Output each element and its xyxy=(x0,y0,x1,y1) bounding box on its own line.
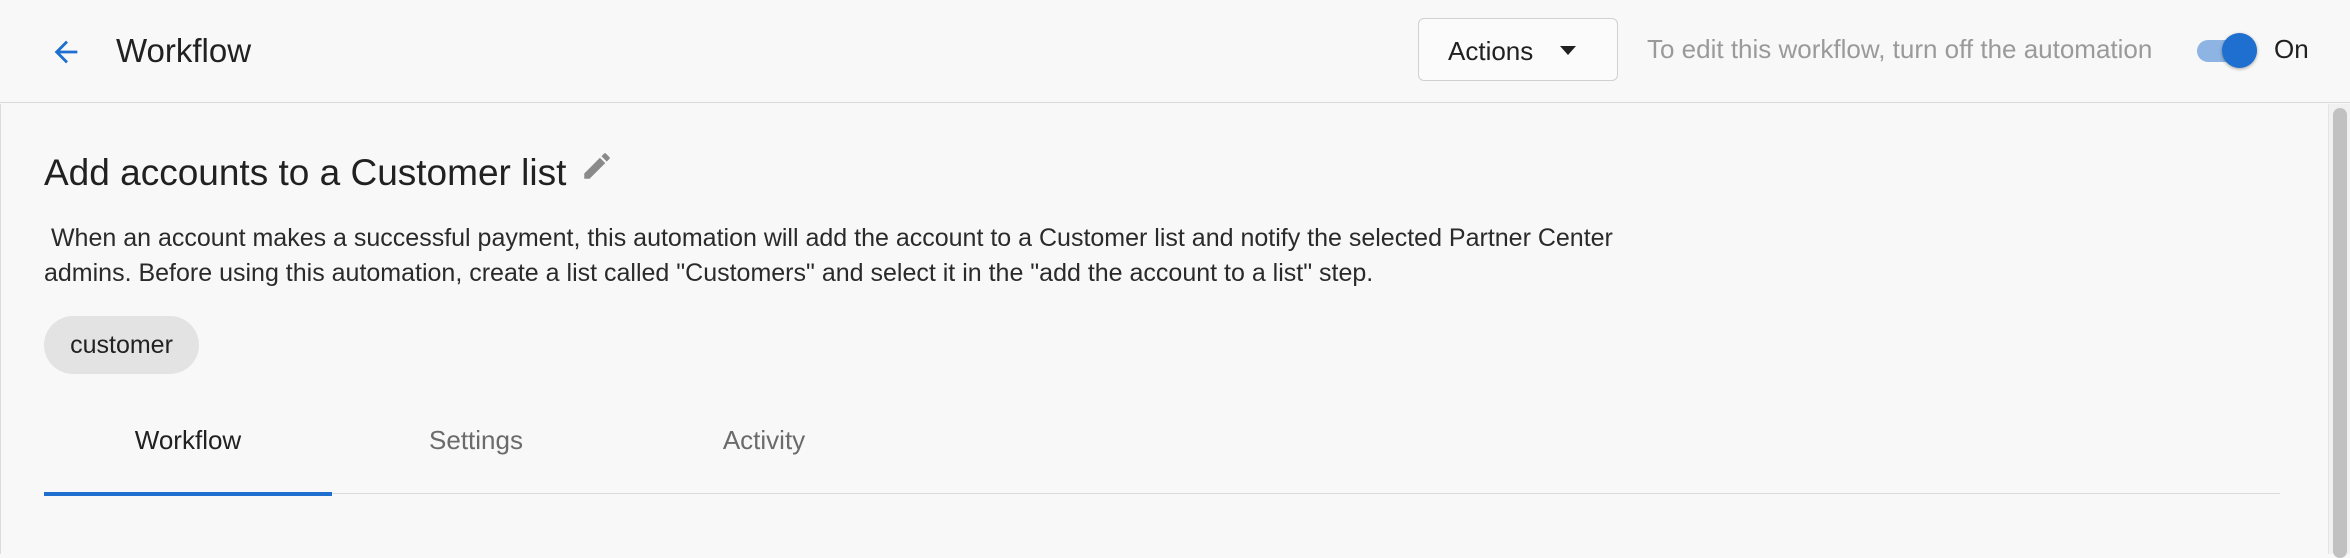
arrow-left-icon xyxy=(54,40,78,64)
pencil-icon-svg xyxy=(584,153,610,179)
tab-workflow[interactable]: Workflow xyxy=(44,386,332,496)
toggle-state-label: On xyxy=(2274,34,2309,64)
pencil-icon[interactable] xyxy=(580,149,614,183)
tab-label: Settings xyxy=(429,424,523,455)
tab-activity[interactable]: Activity xyxy=(620,386,908,494)
workflow-detail: Add accounts to a Customer list When an … xyxy=(0,104,2328,554)
active-tab-indicator xyxy=(44,492,332,496)
tab-bar: Workflow Settings Activity xyxy=(44,386,2280,496)
tag-chip[interactable]: customer xyxy=(44,316,199,374)
scrollbar-thumb[interactable] xyxy=(2333,108,2347,558)
caret-down-icon xyxy=(1560,46,1576,55)
edit-hint-text: To edit this workflow, turn off the auto… xyxy=(1647,34,2153,64)
automation-toggle[interactable] xyxy=(2195,30,2261,70)
back-button[interactable] xyxy=(40,26,92,78)
page-title: Workflow xyxy=(116,32,252,69)
tab-settings[interactable]: Settings xyxy=(332,386,620,494)
vertical-scrollbar[interactable] xyxy=(2328,104,2350,558)
workflow-description: When an account makes a successful payme… xyxy=(44,224,1613,287)
workflow-title: Add accounts to a Customer list xyxy=(44,152,567,193)
tab-label: Activity xyxy=(722,424,806,455)
actions-button[interactable]: Actions xyxy=(1418,18,1618,81)
actions-button-label: Actions xyxy=(1448,36,1534,66)
toggle-thumb xyxy=(2222,33,2257,68)
top-bar: Workflow Actions To edit this workflow, … xyxy=(0,0,2350,103)
tab-label: Workflow xyxy=(134,424,242,455)
